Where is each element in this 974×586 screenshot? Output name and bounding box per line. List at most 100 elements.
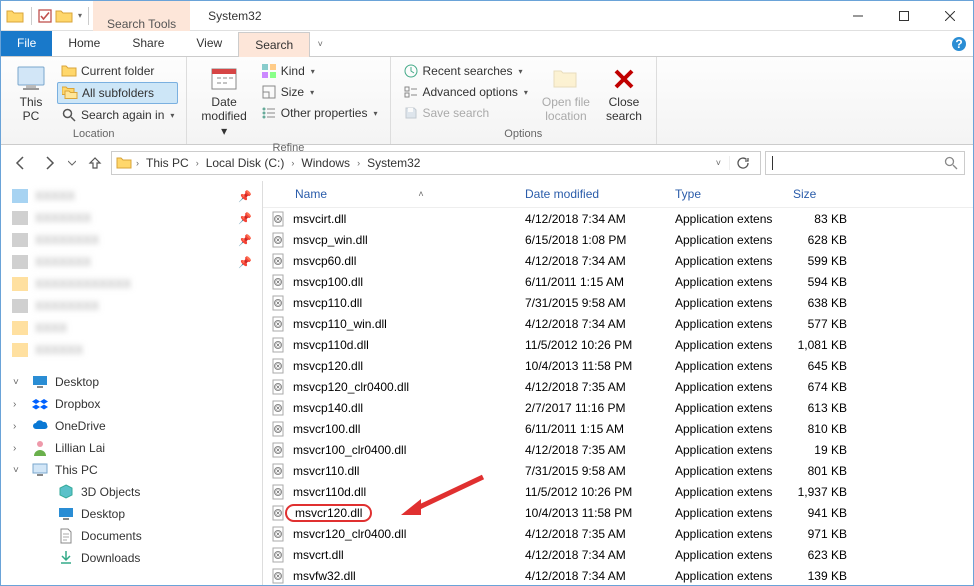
quick-access-item[interactable]: XXXXXXX📌 [1, 251, 262, 273]
tree-downloads[interactable]: Downloads [1, 547, 262, 569]
forward-button[interactable] [37, 151, 61, 175]
file-row[interactable]: msvcp120.dll10/4/2013 11:58 PMApplicatio… [263, 355, 973, 376]
tree-3dobjects[interactable]: 3D Objects [1, 481, 262, 503]
close-search-label: Close search [606, 95, 642, 124]
this-pc-button[interactable]: This PC [9, 61, 53, 126]
close-search-button[interactable]: Close search [600, 61, 648, 126]
tab-home[interactable]: Home [52, 31, 116, 56]
chevron-right-icon[interactable]: › [289, 158, 296, 168]
file-row[interactable]: msvcr110.dll7/31/2015 9:58 AMApplication… [263, 460, 973, 481]
chevron-right-icon[interactable]: › [134, 158, 141, 168]
file-date: 4/12/2018 7:35 AM [517, 527, 667, 541]
file-row[interactable]: msvcirt.dll4/12/2018 7:34 AMApplication … [263, 208, 973, 229]
quick-access-item[interactable]: XXXXX📌 [1, 185, 262, 207]
tree-thispc[interactable]: ˅This PC [1, 459, 262, 481]
other-properties-button[interactable]: Other properties ▾ [257, 103, 382, 123]
column-size[interactable]: Size [785, 185, 865, 203]
chevron-right-icon[interactable]: › [13, 399, 25, 410]
file-row[interactable]: msvcp120_clr0400.dll4/12/2018 7:35 AMApp… [263, 376, 973, 397]
tab-search[interactable]: Search [238, 32, 310, 57]
file-row[interactable]: msvcrt.dll4/12/2018 7:34 AMApplication e… [263, 544, 973, 565]
column-date[interactable]: Date modified [517, 185, 667, 203]
refresh-button[interactable] [729, 156, 756, 170]
recent-searches-button[interactable]: Recent searches ▾ [399, 61, 532, 81]
content-area: XXXXX📌 XXXXXXX📌 XXXXXXXX📌 XXXXXXX📌 XXXXX… [1, 181, 973, 585]
back-button[interactable] [9, 151, 33, 175]
tab-file[interactable]: File [1, 31, 52, 56]
column-type[interactable]: Type [667, 185, 785, 203]
search-again-in-button[interactable]: Search again in ▾ [57, 105, 178, 125]
file-row[interactable]: msvcp110_win.dll4/12/2018 7:34 AMApplica… [263, 313, 973, 334]
advanced-options-button[interactable]: Advanced options ▾ [399, 82, 532, 102]
close-button[interactable] [927, 1, 973, 31]
quick-access-item[interactable]: XXXXXXXX [1, 295, 262, 317]
file-row[interactable]: msvcr120.dll10/4/2013 11:58 PMApplicatio… [263, 502, 973, 523]
dll-icon [271, 463, 287, 479]
quick-access-item[interactable]: XXXXXXX📌 [1, 207, 262, 229]
tree-dropbox-label: Dropbox [55, 397, 100, 411]
chevron-right-icon[interactable]: › [355, 158, 362, 168]
file-row[interactable]: msvcp_win.dll6/15/2018 1:08 PMApplicatio… [263, 229, 973, 250]
qat-dropdown-icon[interactable]: ▾ [78, 11, 82, 20]
file-row[interactable]: msvcr110d.dll11/5/2012 10:26 PMApplicati… [263, 481, 973, 502]
file-row[interactable]: msvcp60.dll4/12/2018 7:34 AMApplication … [263, 250, 973, 271]
tree-desktop2[interactable]: Desktop [1, 503, 262, 525]
file-row[interactable]: msvfw32.dll4/12/2018 7:34 AMApplication … [263, 565, 973, 585]
address-bar[interactable]: › This PC › Local Disk (C:) › Windows › … [111, 151, 761, 175]
help-icon[interactable]: ? [945, 31, 973, 56]
tree-3dobjects-label: 3D Objects [81, 485, 140, 499]
dll-icon [271, 337, 287, 353]
quick-access-item[interactable]: XXXXXXXXXXXX [1, 273, 262, 295]
current-folder-button[interactable]: Current folder [57, 61, 178, 81]
up-button[interactable] [83, 151, 107, 175]
file-row[interactable]: msvcp110.dll7/31/2015 9:58 AMApplication… [263, 292, 973, 313]
quick-access-item[interactable]: XXXXXXXX📌 [1, 229, 262, 251]
chevron-right-icon[interactable]: › [13, 443, 25, 454]
quick-access-item[interactable]: XXXX [1, 317, 262, 339]
dll-icon [271, 400, 287, 416]
breadcrumb-system32[interactable]: System32 [364, 156, 423, 170]
file-size: 83 KB [785, 212, 865, 226]
date-modified-button[interactable]: Date modified ▾ [195, 61, 252, 140]
size-button[interactable]: Size ▾ [257, 82, 382, 102]
file-row[interactable]: msvcp110d.dll11/5/2012 10:26 PMApplicati… [263, 334, 973, 355]
file-row[interactable]: msvcp140.dll2/7/2017 11:16 PMApplication… [263, 397, 973, 418]
breadcrumb-thispc[interactable]: This PC [143, 156, 192, 170]
file-name: msvcr110d.dll [293, 485, 366, 499]
kind-button[interactable]: Kind ▾ [257, 61, 382, 81]
qat-properties-icon[interactable] [38, 9, 52, 23]
quick-access-item[interactable]: XXXXXX [1, 339, 262, 361]
tree-documents[interactable]: Documents [1, 525, 262, 547]
minimize-button[interactable] [835, 1, 881, 31]
navigation-pane[interactable]: XXXXX📌 XXXXXXX📌 XXXXXXXX📌 XXXXXXX📌 XXXXX… [1, 181, 263, 585]
tree-dropbox[interactable]: › Dropbox [1, 393, 262, 415]
recent-locations-button[interactable] [65, 151, 79, 175]
ribbon-collapse-icon[interactable]: ˅ [310, 31, 330, 56]
chevron-right-icon[interactable]: › [13, 421, 25, 432]
file-row[interactable]: msvcr100_clr0400.dll4/12/2018 7:35 AMApp… [263, 439, 973, 460]
chevron-down-icon[interactable]: ˅ [13, 377, 25, 388]
tree-desktop[interactable]: ˅Desktop [1, 371, 262, 393]
tree-onedrive[interactable]: ›OneDrive [1, 415, 262, 437]
file-row[interactable]: msvcr100.dll6/11/2011 1:15 AMApplication… [263, 418, 973, 439]
tree-user[interactable]: ›Lillian Lai [1, 437, 262, 459]
tab-share[interactable]: Share [116, 31, 180, 56]
close-icon [608, 63, 640, 95]
chevron-right-icon[interactable]: › [194, 158, 201, 168]
breadcrumb-c[interactable]: Local Disk (C:) [203, 156, 288, 170]
breadcrumb-windows[interactable]: Windows [298, 156, 353, 170]
tab-view[interactable]: View [180, 31, 238, 56]
file-row[interactable]: msvcr120_clr0400.dll4/12/2018 7:35 AMApp… [263, 523, 973, 544]
folder-icon [116, 156, 132, 170]
maximize-button[interactable] [881, 1, 927, 31]
file-name: msvcr100.dll [293, 422, 360, 436]
search-box[interactable] [765, 151, 965, 175]
other-properties-label: Other properties [281, 106, 368, 120]
file-row[interactable]: msvcp100.dll6/11/2011 1:15 AMApplication… [263, 271, 973, 292]
column-name[interactable]: Name˄ [263, 185, 517, 203]
all-subfolders-button[interactable]: All subfolders [57, 82, 178, 104]
chevron-down-icon: ▾ [170, 111, 174, 120]
qat-newfolder-icon[interactable] [54, 6, 74, 26]
chevron-down-icon[interactable]: ˅ [13, 465, 25, 476]
address-history-dropdown[interactable]: ˅ [710, 158, 727, 168]
